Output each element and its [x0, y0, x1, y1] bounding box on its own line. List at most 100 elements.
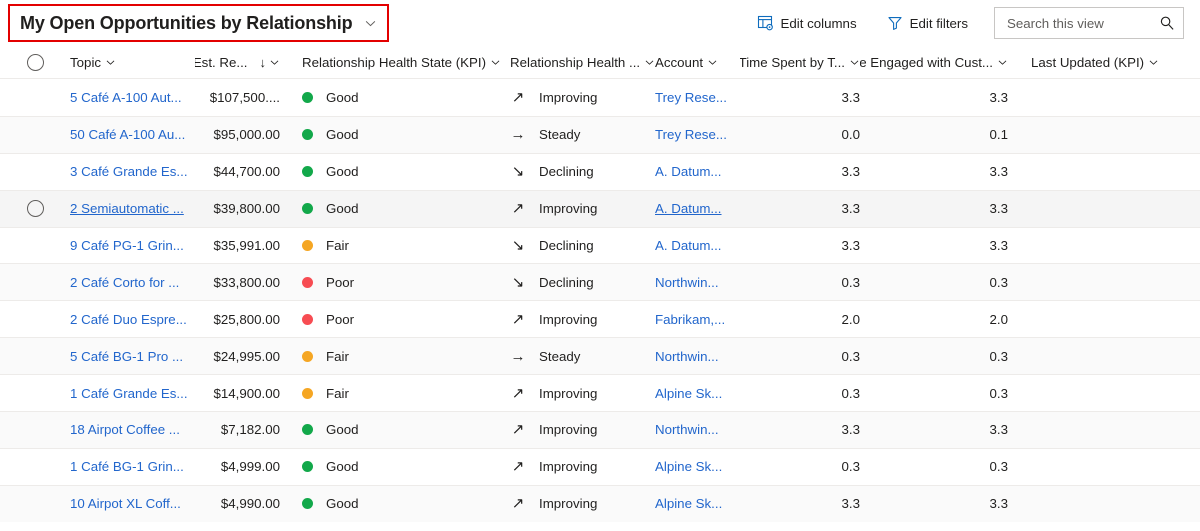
account-link[interactable]: A. Datum...: [655, 201, 722, 216]
search-input[interactable]: [1005, 15, 1159, 32]
select-all-circle-icon[interactable]: [27, 54, 44, 71]
table-row[interactable]: 2 Semiautomatic ...$39,800.00Good↗Improv…: [0, 190, 1200, 227]
cell-relationship-health-trend: ↗Improving: [510, 386, 655, 401]
topic-link[interactable]: 2 Café Duo Espre...: [70, 312, 187, 327]
column-header-est-revenue[interactable]: Est. Re... ↓: [195, 55, 280, 70]
table-row[interactable]: 2 Café Duo Espre...$25,800.00Poor↗Improv…: [0, 300, 1200, 337]
cell-topic[interactable]: 3 Café Grande Es...: [70, 164, 195, 179]
table-row[interactable]: 1 Café Grande Es...$14,900.00Fair↗Improv…: [0, 374, 1200, 411]
row-select-cell[interactable]: [0, 200, 70, 217]
row-select-cell[interactable]: [0, 385, 70, 402]
topic-link[interactable]: 50 Café A-100 Au...: [70, 127, 185, 142]
cell-account[interactable]: Alpine Sk...: [655, 459, 740, 474]
topic-link[interactable]: 9 Café PG-1 Grin...: [70, 238, 184, 253]
account-link[interactable]: Trey Rese...: [655, 127, 727, 142]
cell-account[interactable]: Trey Rese...: [655, 127, 740, 142]
cell-account[interactable]: Alpine Sk...: [655, 496, 740, 511]
chevron-down-icon[interactable]: [997, 57, 1008, 68]
cell-account[interactable]: A. Datum...: [655, 164, 740, 179]
table-row[interactable]: 5 Café BG-1 Pro ...$24,995.00Fair→Steady…: [0, 337, 1200, 374]
account-link[interactable]: Northwin...: [655, 422, 719, 437]
cell-topic[interactable]: 9 Café PG-1 Grin...: [70, 238, 195, 253]
topic-link[interactable]: 1 Café BG-1 Grin...: [70, 459, 184, 474]
column-header-topic[interactable]: Topic: [70, 55, 195, 70]
row-select-cell[interactable]: [0, 311, 70, 328]
cell-topic[interactable]: 2 Café Duo Espre...: [70, 312, 195, 327]
column-header-time-engaged[interactable]: Time Engaged with Cust...: [860, 55, 1008, 70]
cell-topic[interactable]: 2 Café Corto for ...: [70, 275, 195, 290]
cell-account[interactable]: Fabrikam,...: [655, 312, 740, 327]
chevron-down-icon[interactable]: [490, 57, 501, 68]
cell-account[interactable]: A. Datum...: [655, 201, 740, 216]
row-select-cell[interactable]: [0, 495, 70, 512]
account-link[interactable]: A. Datum...: [655, 164, 722, 179]
cell-topic[interactable]: 18 Airpot Coffee ...: [70, 422, 195, 437]
cell-topic[interactable]: 10 Airpot XL Coff...: [70, 496, 195, 511]
row-select-cell[interactable]: [0, 89, 70, 106]
row-select-cell[interactable]: [0, 237, 70, 254]
row-select-cell[interactable]: [0, 348, 70, 365]
row-select-cell[interactable]: [0, 458, 70, 475]
column-header-account[interactable]: Account: [655, 55, 740, 70]
table-row[interactable]: 1 Café BG-1 Grin...$4,999.00Good↗Improvi…: [0, 448, 1200, 485]
account-link[interactable]: Alpine Sk...: [655, 496, 722, 511]
cell-topic[interactable]: 1 Café Grande Es...: [70, 386, 195, 401]
sort-descending-arrow-icon[interactable]: ↓: [260, 55, 267, 70]
cell-account[interactable]: Northwin...: [655, 422, 740, 437]
table-row[interactable]: 50 Café A-100 Au...$95,000.00Good→Steady…: [0, 116, 1200, 153]
view-selector[interactable]: My Open Opportunities by Relationship: [8, 4, 389, 42]
topic-link[interactable]: 2 Café Corto for ...: [70, 275, 179, 290]
column-header-relationship-health-state[interactable]: Relationship Health State (KPI): [280, 55, 510, 70]
search-box[interactable]: [994, 7, 1184, 39]
topic-link[interactable]: 5 Café A-100 Aut...: [70, 90, 182, 105]
account-link[interactable]: Fabrikam,...: [655, 312, 725, 327]
account-link[interactable]: Northwin...: [655, 275, 719, 290]
chevron-down-icon[interactable]: [849, 57, 860, 68]
table-row[interactable]: 5 Café A-100 Aut...$107,500....Good↗Impr…: [0, 79, 1200, 116]
account-link[interactable]: A. Datum...: [655, 238, 722, 253]
topic-link[interactable]: 2 Semiautomatic ...: [70, 201, 184, 216]
topic-link[interactable]: 18 Airpot Coffee ...: [70, 422, 180, 437]
chevron-down-icon[interactable]: [269, 57, 280, 68]
table-row[interactable]: 18 Airpot Coffee ...$7,182.00Good↗Improv…: [0, 411, 1200, 448]
column-header-last-updated[interactable]: Last Updated (KPI): [1008, 55, 1200, 70]
search-icon[interactable]: [1159, 15, 1175, 31]
account-link[interactable]: Trey Rese...: [655, 90, 727, 105]
chevron-down-icon[interactable]: [644, 57, 655, 68]
edit-columns-button[interactable]: Edit columns: [747, 7, 866, 39]
chevron-down-icon[interactable]: [1148, 57, 1159, 68]
cell-topic[interactable]: 2 Semiautomatic ...: [70, 201, 195, 216]
cell-account[interactable]: Northwin...: [655, 349, 740, 364]
chevron-down-icon[interactable]: [105, 57, 116, 68]
table-row[interactable]: 10 Airpot XL Coff...$4,990.00Good↗Improv…: [0, 485, 1200, 522]
account-link[interactable]: Northwin...: [655, 349, 719, 364]
chevron-down-icon[interactable]: [707, 57, 718, 68]
column-header-relationship-health-trend[interactable]: Relationship Health ...: [510, 55, 655, 70]
row-select-cell[interactable]: [0, 163, 70, 180]
chevron-down-icon[interactable]: [364, 17, 377, 30]
edit-filters-button[interactable]: Edit filters: [877, 7, 978, 39]
cell-topic[interactable]: 1 Café BG-1 Grin...: [70, 459, 195, 474]
column-header-time-spent[interactable]: Time Spent by T...: [740, 55, 860, 70]
account-link[interactable]: Alpine Sk...: [655, 459, 722, 474]
topic-link[interactable]: 1 Café Grande Es...: [70, 386, 188, 401]
topic-link[interactable]: 5 Café BG-1 Pro ...: [70, 349, 183, 364]
row-select-cell[interactable]: [0, 274, 70, 291]
cell-account[interactable]: Alpine Sk...: [655, 386, 740, 401]
topic-link[interactable]: 10 Airpot XL Coff...: [70, 496, 181, 511]
cell-topic[interactable]: 50 Café A-100 Au...: [70, 127, 195, 142]
row-select-cell[interactable]: [0, 126, 70, 143]
account-link[interactable]: Alpine Sk...: [655, 386, 722, 401]
topic-link[interactable]: 3 Café Grande Es...: [70, 164, 188, 179]
cell-account[interactable]: A. Datum...: [655, 238, 740, 253]
cell-account[interactable]: Northwin...: [655, 275, 740, 290]
row-select-cell[interactable]: [0, 421, 70, 438]
table-row[interactable]: 9 Café PG-1 Grin...$35,991.00Fair↘Declin…: [0, 227, 1200, 264]
select-all-cell[interactable]: [0, 54, 70, 71]
table-row[interactable]: 2 Café Corto for ...$33,800.00Poor↘Decli…: [0, 263, 1200, 300]
row-select-circle-icon[interactable]: [27, 200, 44, 217]
cell-topic[interactable]: 5 Café BG-1 Pro ...: [70, 349, 195, 364]
cell-topic[interactable]: 5 Café A-100 Aut...: [70, 90, 195, 105]
cell-account[interactable]: Trey Rese...: [655, 90, 740, 105]
table-row[interactable]: 3 Café Grande Es...$44,700.00Good↘Declin…: [0, 153, 1200, 190]
